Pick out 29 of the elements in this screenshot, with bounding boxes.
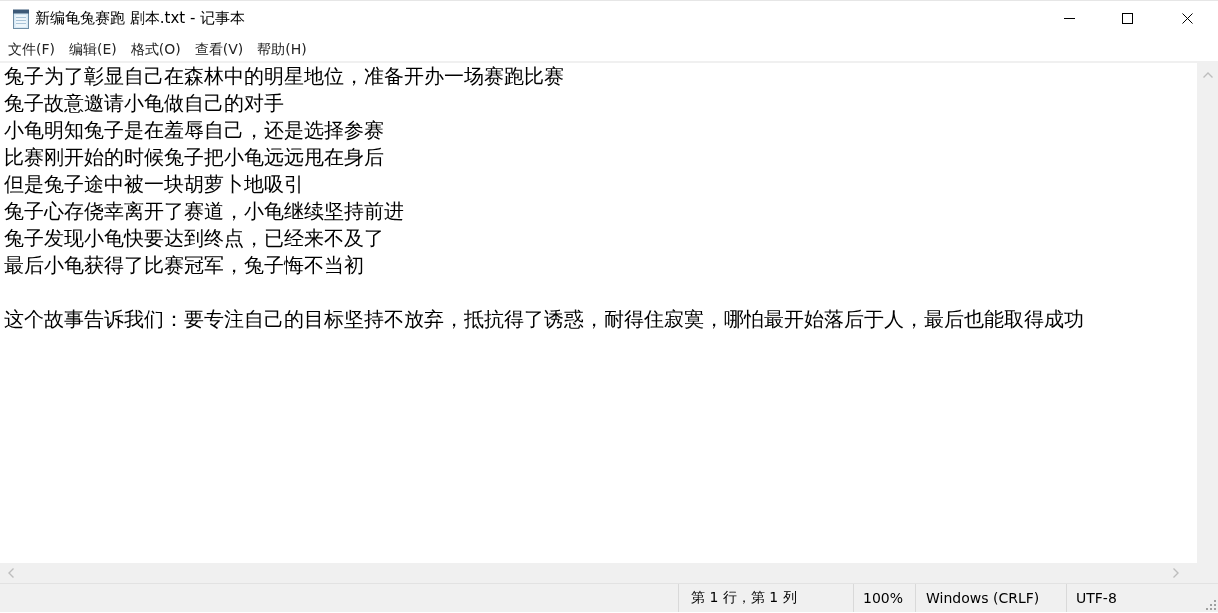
menu-item[interactable]: 文件(F) [1, 37, 62, 60]
menu-item[interactable]: 格式(O) [123, 37, 188, 60]
maximize-icon [1121, 13, 1133, 24]
text-line: 兔子发现小龟快要达到终点，已经来不及了 [4, 225, 385, 252]
line-ending: Windows (CRLF) [926, 590, 1040, 606]
window-title: 新编龟兔赛跑 剧本.txt - 记事本 [35, 9, 246, 28]
scroll-left-icon[interactable] [8, 568, 14, 578]
size-grip-icon[interactable] [1206, 600, 1216, 610]
text-line: 这个故事告诉我们：要专注自己的目标坚持不放弃，抵抗得了诱惑，耐得住寂寞，哪怕最开始落后于人，最后也能取得成功 [4, 306, 1085, 333]
horizontal-scrollbar[interactable] [0, 563, 1197, 583]
menu-item[interactable]: 编辑(E) [62, 37, 124, 60]
minimize-icon [1063, 18, 1075, 19]
zoom-level: 100% [863, 590, 904, 606]
text-line: 兔子为了彰显自己在森林中的明星地位，准备开办一场赛跑比赛 [4, 63, 565, 90]
vertical-scrollbar[interactable] [1197, 63, 1218, 563]
encoding: UTF-8 [1076, 590, 1117, 606]
text-line: 小龟明知兔子是在羞辱自己，还是选择参赛 [4, 117, 385, 144]
text-line: 最后小龟获得了比赛冠军，兔子悔不当初 [4, 252, 365, 279]
menu-item[interactable]: 查看(V) [187, 37, 251, 60]
text-line: 兔子故意邀请小龟做自己的对手 [4, 90, 285, 117]
text-line: 但是兔子途中被一块胡萝卜地吸引 [4, 171, 305, 198]
close-icon [1181, 13, 1193, 24]
scroll-up-icon[interactable] [1202, 72, 1213, 78]
menu-item[interactable]: 帮助(H) [250, 37, 314, 60]
notepad-icon [12, 8, 30, 29]
text-line: 比赛刚开始的时候兔子把小龟远远甩在身后 [4, 144, 385, 171]
scroll-right-icon[interactable] [1173, 568, 1179, 578]
text-line: 兔子心存侥幸离开了赛道，小龟继续坚持前进 [4, 198, 405, 225]
cursor-position: 第 1 行，第 1 列 [691, 589, 797, 607]
